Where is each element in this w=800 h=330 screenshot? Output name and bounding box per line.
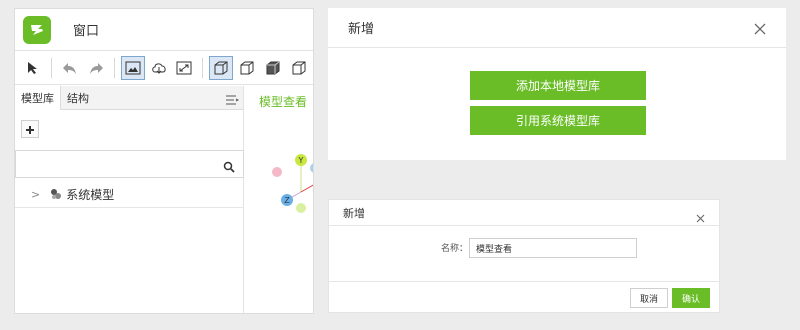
toolbar-divider	[113, 57, 115, 78]
tree-item-system-models[interactable]: > 系统模型	[15, 182, 244, 208]
undo-icon[interactable]	[58, 56, 82, 80]
search-box	[15, 150, 244, 178]
redo-icon[interactable]	[84, 56, 108, 80]
viewport-title: 模型查看	[259, 95, 308, 109]
editor-window: 窗口 模型库 结构 > 系统模型 模型查看 Y Z	[14, 8, 314, 314]
menu-icon[interactable]	[225, 91, 240, 110]
tab-structure[interactable]: 结构	[61, 86, 95, 109]
dialog-header: 新增	[329, 200, 719, 226]
dialog-header: 新增	[328, 8, 786, 48]
search-icon[interactable]	[223, 158, 235, 177]
close-icon[interactable]	[696, 208, 705, 227]
toolbar-divider	[50, 57, 52, 78]
confirm-button[interactable]: 确认	[672, 288, 710, 308]
add-model-button[interactable]	[21, 120, 39, 138]
cube-icon[interactable]	[287, 56, 311, 80]
toolbar-divider	[202, 57, 204, 78]
axis-y-label: Y	[298, 156, 304, 165]
search-input[interactable]	[16, 151, 206, 177]
cube-icon[interactable]	[235, 56, 259, 80]
cloud-icon[interactable]	[147, 56, 171, 80]
axis-z-label: Z	[284, 196, 290, 205]
cursor-icon[interactable]	[21, 56, 45, 80]
new-dialog-small: 新增 名称： 取消 确认	[328, 199, 720, 313]
close-icon[interactable]	[754, 20, 766, 39]
name-field-label: 名称：	[441, 244, 469, 254]
cube-icon[interactable]	[209, 55, 234, 80]
cancel-button[interactable]: 取消	[630, 288, 668, 308]
model-library-panel: 模型库 结构 > 系统模型	[15, 86, 244, 313]
dialog-footer: 取消 确认	[329, 281, 719, 312]
model-viewport[interactable]: 模型查看 Y Z	[245, 86, 313, 313]
logo-icon	[23, 15, 51, 44]
axis-gizmo: Y Z	[272, 154, 313, 213]
dialog-title: 新增	[343, 206, 365, 220]
dialog-title: 新增	[348, 22, 375, 37]
model-icon	[50, 185, 62, 204]
image-icon[interactable]	[120, 55, 145, 80]
new-dialog-large: 新增 添加本地模型库 引用系统模型库	[328, 8, 786, 160]
toolbar	[15, 51, 313, 85]
name-field[interactable]	[469, 238, 637, 258]
reference-system-library-button[interactable]: 引用系统模型库	[470, 106, 646, 135]
add-local-library-button[interactable]: 添加本地模型库	[470, 71, 646, 100]
cube-icon[interactable]	[261, 56, 285, 80]
chevron-right-icon[interactable]: >	[31, 188, 40, 201]
resize-icon[interactable]	[173, 56, 197, 80]
window-title: 窗口	[73, 24, 100, 39]
panel-tabs: 模型库 结构	[15, 86, 243, 110]
tab-model-library[interactable]: 模型库	[15, 86, 61, 110]
plus-icon	[25, 120, 35, 139]
title-bar: 窗口	[15, 9, 313, 51]
tree-item-label: 系统模型	[66, 188, 115, 202]
